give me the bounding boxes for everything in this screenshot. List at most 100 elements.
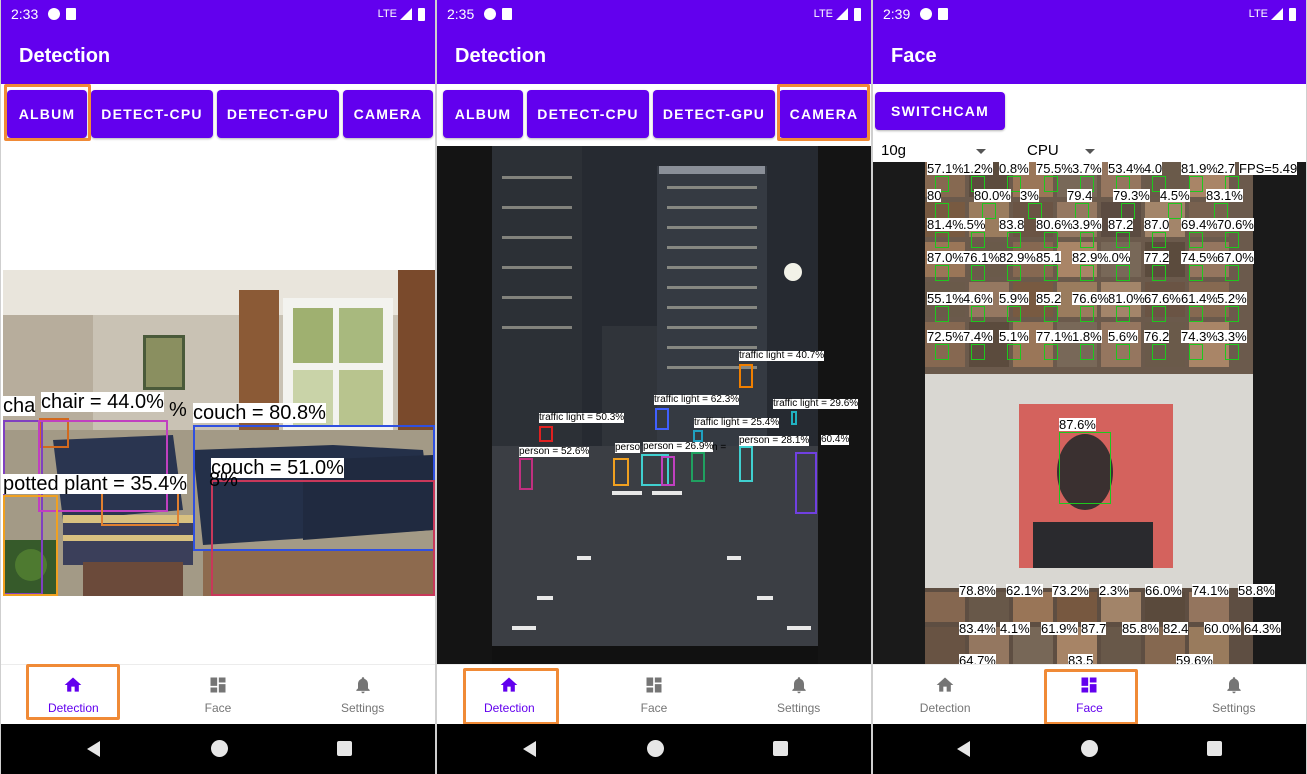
nav-detection-label: Detection	[919, 701, 971, 715]
detection-label-person-1: person = 52.6%	[519, 446, 590, 457]
action-button-row: ALBUM DETECT-CPU DETECT-GPU CAMERA	[1, 90, 435, 138]
face-confidence-label: 53.4%	[1108, 161, 1145, 176]
recents-icon[interactable]	[337, 741, 352, 756]
face-confidence-label: 83.1%	[1206, 188, 1243, 203]
battery-icon	[1289, 7, 1296, 21]
detect-gpu-button[interactable]: DETECT-GPU	[653, 90, 775, 138]
face-confidence-label: 67.0%	[1217, 250, 1254, 265]
detection-box-person-6	[739, 446, 753, 482]
switch-camera-button[interactable]: SWITCHCAM	[875, 92, 1005, 130]
face-confidence-label: 58.8%	[1238, 583, 1275, 598]
detection-label-chair: chair = 44.0%	[41, 391, 164, 413]
face-confidence-label: 80	[927, 188, 942, 203]
face-confidence-label: 4.5%	[1160, 188, 1190, 203]
detect-gpu-button[interactable]: DETECT-GPU	[217, 90, 339, 138]
face-confidence-label: 66.0%	[1145, 583, 1182, 598]
signal-icon	[836, 8, 848, 20]
detect-cpu-button[interactable]: DETECT-CPU	[91, 90, 213, 138]
face-box	[1189, 176, 1203, 192]
face-confidence-label: 74.1%	[1192, 583, 1229, 598]
nav-face[interactable]: Face	[146, 665, 291, 725]
recents-icon[interactable]	[773, 741, 788, 756]
face-box	[935, 344, 949, 360]
bell-icon	[1227, 677, 1241, 694]
album-button[interactable]: ALBUM	[7, 90, 87, 138]
device-select-value: CPU	[1027, 142, 1059, 159]
face-box	[1189, 306, 1203, 322]
face-confidence-label: 83.8	[999, 217, 1025, 232]
face-confidence-label: 2.3%	[1099, 583, 1129, 598]
nav-detection[interactable]: Detection	[873, 665, 1017, 725]
nav-settings[interactable]: Settings	[290, 665, 435, 725]
face-box	[1007, 306, 1021, 322]
face-confidence-label: 87.0	[1144, 217, 1170, 232]
face-box	[1152, 265, 1166, 281]
face-confidence-label: .0%	[1108, 250, 1131, 265]
face-box	[971, 344, 985, 360]
nav-detection[interactable]: Detection	[1, 665, 146, 725]
sim-card-icon	[938, 8, 949, 20]
face-box	[1044, 306, 1058, 322]
detect-cpu-button[interactable]: DETECT-CPU	[527, 90, 649, 138]
detection-label-traffic-light-1: traffic light = 40.7%	[739, 350, 825, 361]
nav-face[interactable]: Face	[1017, 665, 1161, 725]
back-icon[interactable]	[87, 741, 100, 757]
nav-detection[interactable]: Detection	[437, 665, 582, 725]
nav-face[interactable]: Face	[582, 665, 727, 725]
model-select[interactable]: 10g	[881, 142, 987, 159]
face-box	[935, 232, 949, 248]
face-box	[1116, 232, 1130, 248]
home-button-icon[interactable]	[647, 740, 664, 757]
face-confidence-label: 69.4%	[1181, 217, 1218, 232]
back-icon[interactable]	[957, 741, 970, 757]
face-confidence-label: 61.4%	[1181, 291, 1218, 306]
nav-face-label: Face	[204, 701, 232, 715]
camera-button[interactable]: CAMERA	[343, 90, 433, 138]
bell-icon	[791, 677, 806, 694]
face-confidence-label: 2.7	[1217, 161, 1236, 176]
phone-screen-camera-detection: 2:35 LTE Detection ALBUM DETECT-CPU DETE…	[436, 0, 872, 774]
face-confidence-label: 82.4	[1163, 621, 1189, 636]
face-confidence-label: .5%	[963, 217, 986, 232]
face-box	[1080, 265, 1094, 281]
action-button-row: ALBUM DETECT-CPU DETECT-GPU CAMERA	[437, 90, 871, 138]
detection-label-person-2: person = 26.9%	[643, 441, 714, 452]
face-confidence-label: 79.4	[1067, 188, 1093, 203]
camera-preview: traffic light = 40.7% traffic light = 62…	[437, 146, 871, 664]
detection-box-traffic-light-1	[739, 364, 753, 388]
nav-settings-label: Settings	[1212, 701, 1256, 715]
camera-button[interactable]: CAMERA	[779, 90, 869, 138]
back-icon[interactable]	[523, 741, 536, 757]
face-box	[1080, 306, 1094, 322]
phone-screen-album-detection: 2:33 LTE Detection ALBUM DETECT-CPU DETE…	[0, 0, 436, 774]
face-confidence-label: 81.9%	[1181, 161, 1218, 176]
nav-detection-label: Detection	[483, 701, 535, 715]
face-confidence-label: 4.1%	[1000, 621, 1030, 636]
album-button[interactable]: ALBUM	[443, 90, 523, 138]
face-box	[1189, 232, 1203, 248]
face-confidence-label: 76.6%	[1072, 291, 1109, 306]
detection-box-couch-secondary	[211, 480, 435, 596]
nav-settings[interactable]: Settings	[1162, 665, 1306, 725]
app-notification-icon	[48, 8, 61, 20]
system-navigation-bar	[1, 724, 435, 774]
status-bar: 2:39 LTE	[873, 0, 1306, 28]
home-button-icon[interactable]	[1081, 740, 1098, 757]
face-label-main: 87.6%	[1059, 417, 1096, 432]
nav-settings[interactable]: Settings	[726, 665, 871, 725]
face-confidence-label: 82.9%	[1072, 250, 1109, 265]
nav-detection-label: Detection	[47, 701, 99, 715]
face-confidence-label: 57.1%	[927, 161, 964, 176]
device-select[interactable]: CPU	[1027, 142, 1095, 159]
home-button-icon[interactable]	[211, 740, 228, 757]
recents-icon[interactable]	[1207, 741, 1222, 756]
face-confidence-label: 87.0%	[927, 250, 964, 265]
chevron-down-icon	[976, 148, 987, 154]
face-box	[1007, 265, 1021, 281]
detection-box-traffic-light-2	[655, 408, 669, 430]
face-confidence-label: 82.9%	[999, 250, 1036, 265]
face-confidence-label: 80.6%	[1036, 217, 1073, 232]
status-bar: 2:35 LTE	[437, 0, 871, 28]
signal-icon	[1271, 8, 1283, 20]
detection-label-traffic-light-3: traffic light = 29.6%	[773, 398, 859, 409]
